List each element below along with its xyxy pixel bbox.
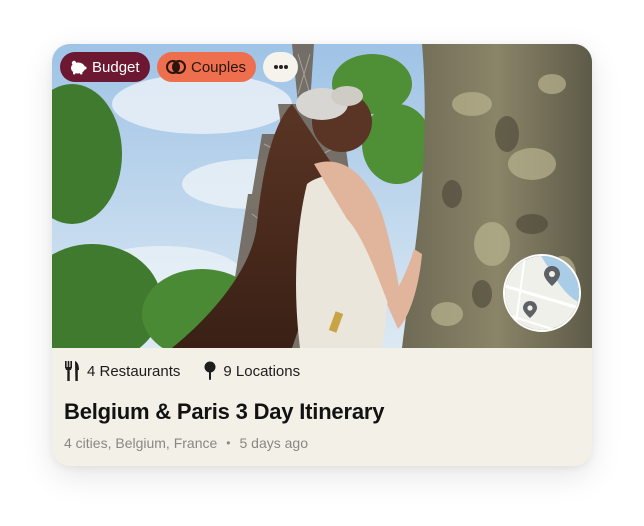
couples-tag[interactable]: Couples bbox=[157, 52, 257, 82]
separator-dot: • bbox=[226, 436, 231, 450]
hero-photo[interactable]: Budget Couples bbox=[52, 44, 592, 348]
fork-knife-icon bbox=[64, 361, 80, 381]
itinerary-stats: 4 Restaurants 9 Locations bbox=[64, 361, 324, 381]
linked-rings-icon bbox=[166, 59, 186, 75]
ellipsis-icon bbox=[273, 64, 289, 70]
map-thumbnail[interactable] bbox=[503, 254, 581, 332]
more-options-button[interactable] bbox=[263, 52, 298, 82]
piggy-bank-icon bbox=[69, 59, 87, 75]
locations-label: 9 Locations bbox=[223, 362, 301, 380]
itinerary-title[interactable]: Belgium & Paris 3 Day Itinerary bbox=[64, 399, 384, 425]
budget-tag[interactable]: Budget bbox=[60, 52, 150, 82]
restaurants-label: 4 Restaurants bbox=[87, 362, 181, 380]
locations-count: 9 Locations bbox=[204, 361, 300, 381]
itinerary-posted-time: 5 days ago bbox=[239, 435, 309, 451]
budget-tag-label: Budget bbox=[92, 58, 140, 76]
itinerary-subtitle: 4 cities, Belgium, France • 5 days ago bbox=[64, 435, 308, 451]
pin-icon bbox=[204, 361, 216, 381]
itinerary-places: 4 cities, Belgium, France bbox=[64, 435, 218, 451]
couples-tag-label: Couples bbox=[191, 58, 247, 76]
itinerary-card[interactable]: Budget Couples 4 Restaurants 9 Locations… bbox=[52, 44, 592, 466]
restaurants-count: 4 Restaurants bbox=[64, 361, 180, 381]
